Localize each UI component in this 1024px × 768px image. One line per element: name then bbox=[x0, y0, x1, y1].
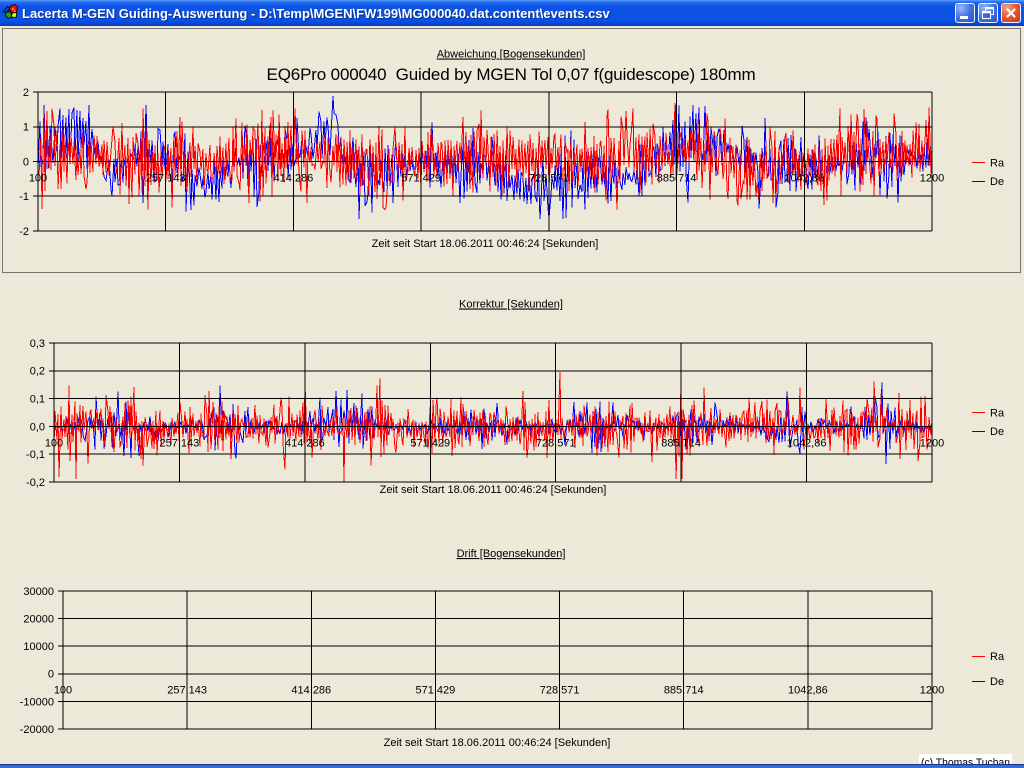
svg-text:1: 1 bbox=[23, 122, 29, 134]
svg-text:Ra: Ra bbox=[990, 651, 1005, 663]
svg-text:571,429: 571,429 bbox=[401, 173, 441, 185]
svg-text:728,571: 728,571 bbox=[540, 685, 580, 697]
svg-text:2: 2 bbox=[23, 87, 29, 99]
svg-text:414,286: 414,286 bbox=[291, 685, 331, 697]
svg-text:-0,2: -0,2 bbox=[26, 477, 45, 489]
svg-text:100: 100 bbox=[29, 173, 47, 185]
svg-text:De: De bbox=[990, 676, 1004, 688]
svg-text:Korrektur [Sekunden]: Korrektur [Sekunden] bbox=[459, 299, 563, 311]
svg-text:-2: -2 bbox=[19, 226, 29, 238]
svg-text:1200: 1200 bbox=[920, 685, 944, 697]
svg-text:1200: 1200 bbox=[920, 437, 944, 449]
svg-text:728,571: 728,571 bbox=[529, 173, 569, 185]
svg-text:571,429: 571,429 bbox=[416, 685, 456, 697]
svg-text:257,143: 257,143 bbox=[160, 437, 200, 449]
svg-text:De: De bbox=[990, 426, 1004, 438]
svg-text:Ra: Ra bbox=[990, 158, 1005, 170]
svg-text:-0,1: -0,1 bbox=[26, 449, 45, 461]
svg-text:EQ6Pro 000040 Guided by MGEN: EQ6Pro 000040 Guided by MGEN Tol 0,07 f(… bbox=[267, 65, 756, 84]
svg-text:30000: 30000 bbox=[23, 586, 54, 598]
svg-text:414,286: 414,286 bbox=[274, 173, 314, 185]
svg-text:10000: 10000 bbox=[23, 641, 54, 653]
svg-text:571,429: 571,429 bbox=[410, 437, 450, 449]
svg-text:885,714: 885,714 bbox=[661, 437, 701, 449]
svg-text:Zeit seit Start 18.06.2011 00:: Zeit seit Start 18.06.2011 00:46:24 [Sek… bbox=[384, 737, 611, 749]
svg-text:Ra: Ra bbox=[990, 408, 1005, 420]
svg-text:885,714: 885,714 bbox=[657, 173, 697, 185]
svg-text:-10000: -10000 bbox=[20, 696, 54, 708]
svg-text:257,143: 257,143 bbox=[146, 173, 186, 185]
svg-text:-20000: -20000 bbox=[20, 724, 54, 736]
svg-text:0: 0 bbox=[23, 156, 29, 168]
svg-text:0,3: 0,3 bbox=[30, 338, 45, 350]
svg-text:1042,86: 1042,86 bbox=[788, 685, 828, 697]
svg-text:0,1: 0,1 bbox=[30, 394, 45, 406]
svg-text:1200: 1200 bbox=[920, 173, 944, 185]
svg-text:0: 0 bbox=[48, 669, 54, 681]
svg-text:Abweichung [Bogensekunden]: Abweichung [Bogensekunden] bbox=[437, 49, 586, 61]
svg-text:885,714: 885,714 bbox=[664, 685, 704, 697]
svg-text:Drift [Bogensekunden]: Drift [Bogensekunden] bbox=[457, 548, 566, 560]
svg-text:1042,86: 1042,86 bbox=[784, 173, 824, 185]
svg-text:257,143: 257,143 bbox=[167, 685, 207, 697]
svg-text:Zeit seit Start 18.06.2011 00:: Zeit seit Start 18.06.2011 00:46:24 [Sek… bbox=[380, 484, 607, 496]
svg-text:0,2: 0,2 bbox=[30, 366, 45, 378]
svg-text:100: 100 bbox=[54, 685, 72, 697]
svg-text:20000: 20000 bbox=[23, 614, 54, 626]
svg-text:0,0: 0,0 bbox=[30, 421, 45, 433]
svg-text:De: De bbox=[990, 176, 1004, 188]
svg-text:-1: -1 bbox=[19, 191, 29, 203]
svg-text:1042,86: 1042,86 bbox=[787, 437, 827, 449]
svg-text:414,286: 414,286 bbox=[285, 437, 325, 449]
svg-text:100: 100 bbox=[45, 437, 63, 449]
svg-text:728,571: 728,571 bbox=[536, 437, 576, 449]
svg-text:Zeit seit Start 18.06.2011 00:: Zeit seit Start 18.06.2011 00:46:24 [Sek… bbox=[372, 238, 599, 250]
